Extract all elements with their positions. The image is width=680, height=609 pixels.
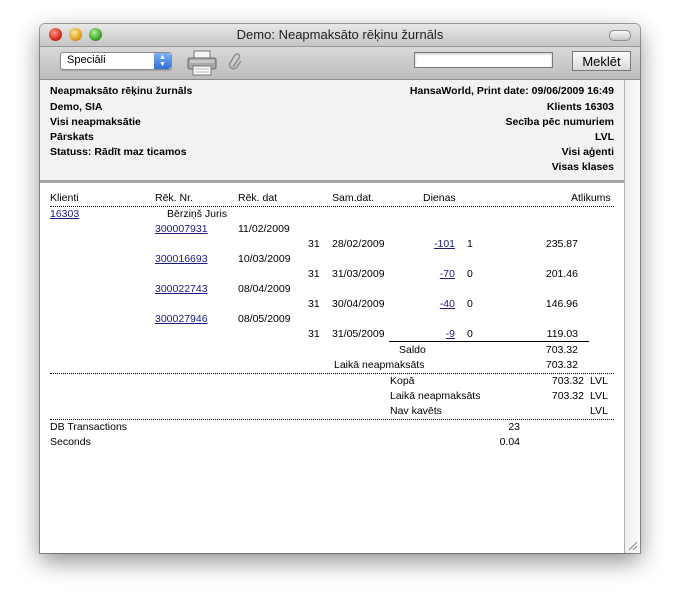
invoice-term: 31 — [308, 328, 320, 340]
special-select[interactable]: Speciāli ▲ ▼ — [60, 52, 172, 70]
report-title: Neapmaksāto rēķinu žurnāls — [50, 85, 193, 97]
agents-filter: Visi aģenti — [561, 146, 614, 158]
total-currency: LVL — [590, 375, 608, 387]
db-transactions-label: DB Transactions — [50, 421, 128, 433]
sort-order: Secība pēc numuriem — [505, 116, 614, 128]
invoice-amount: 146.96 — [545, 298, 578, 310]
col-atlikums: Atlikums — [571, 192, 611, 204]
company-name: Demo, SIA — [50, 101, 103, 113]
title-bar[interactable]: Demo: Neapmaksāto rēķinu žurnāls — [40, 24, 640, 47]
dotted-divider — [50, 206, 614, 207]
col-klients: Klienti — [50, 192, 79, 204]
late-label: Laikā neapmaksāts — [334, 359, 425, 371]
invoice-term: 31 — [308, 268, 320, 280]
invoice-term: 31 — [308, 238, 320, 250]
chevron-updown-icon: ▲ ▼ — [154, 53, 171, 69]
invoice-date: 08/05/2009 — [238, 313, 291, 325]
toolbar-toggle-button[interactable] — [609, 30, 631, 41]
invoice-days-link[interactable]: -70 — [416, 268, 455, 280]
customer-filter: Klients 16303 — [546, 101, 614, 113]
invoice-amount: 235.87 — [545, 238, 578, 250]
invoice-number-link[interactable]: 300022743 — [155, 283, 208, 295]
resize-grip-icon[interactable] — [627, 540, 638, 551]
invoice-count: 0 — [467, 268, 473, 280]
currency: LVL — [594, 131, 614, 143]
printer-icon[interactable] — [186, 50, 218, 76]
saldo-value: 703.32 — [545, 344, 578, 356]
seconds-label: Seconds — [50, 436, 91, 448]
not-overdue-label: Nav kavēts — [390, 405, 442, 417]
search-input[interactable] — [414, 52, 553, 68]
invoice-amount: 201.46 — [545, 268, 578, 280]
report-header: Neapmaksāto rēķinu žurnāls Demo, SIA Vis… — [40, 80, 640, 181]
classes-filter: Visas klases — [551, 161, 614, 173]
status-filter: Statuss: Rādīt maz ticamos — [50, 146, 187, 158]
invoice-term: 31 — [308, 298, 320, 310]
total-late-value: 703.32 — [551, 390, 584, 402]
db-transactions-value: 23 — [508, 421, 520, 433]
col-sam-dat: Sam.dat. — [332, 192, 375, 204]
invoice-count: 0 — [467, 298, 473, 310]
not-overdue-currency: LVL — [590, 405, 608, 417]
paperclip-icon[interactable] — [228, 53, 244, 73]
invoice-due-date: 28/02/2009 — [332, 238, 385, 250]
customer-code-link[interactable]: 16303 — [50, 208, 79, 220]
report-type: Pārskats — [50, 131, 94, 143]
invoice-count: 0 — [467, 328, 473, 340]
total-late-currency: LVL — [590, 390, 608, 402]
subtotal-rule — [389, 341, 589, 342]
seconds-value: 0.04 — [499, 436, 520, 448]
invoice-count: 1 — [467, 238, 473, 250]
dotted-divider — [50, 419, 614, 420]
late-value: 703.32 — [545, 359, 578, 371]
search-button[interactable]: Meklēt — [572, 51, 631, 71]
toolbar: Speciāli ▲ ▼ Meklēt — [40, 47, 640, 80]
dotted-divider — [50, 373, 614, 374]
saldo-label: Saldo — [399, 344, 426, 356]
col-rek-nr: Rēk. Nr. — [155, 192, 193, 204]
header-divider — [40, 181, 640, 183]
invoice-due-date: 31/03/2009 — [332, 268, 385, 280]
total-label: Kopā — [390, 375, 415, 387]
invoice-number-link[interactable]: 300027946 — [155, 313, 208, 325]
invoice-date: 11/02/2009 — [238, 223, 290, 235]
col-dienas: Dienas — [423, 192, 456, 204]
vertical-scrollbar[interactable] — [624, 80, 640, 553]
report-window: Demo: Neapmaksāto rēķinu žurnāls Speciāl… — [40, 24, 640, 553]
customer-name: Bērziņš Juris — [167, 208, 228, 220]
invoice-amount: 119.03 — [546, 328, 578, 340]
total-value: 703.32 — [551, 375, 584, 387]
filter-unpaid: Visi neapmaksātie — [50, 116, 141, 128]
invoice-days-link[interactable]: -40 — [416, 298, 455, 310]
invoice-number-link[interactable]: 300007931 — [155, 223, 208, 235]
invoice-days-link[interactable]: -9 — [416, 328, 455, 340]
invoice-due-date: 31/05/2009 — [332, 328, 385, 340]
special-select-value: Speciāli — [67, 54, 106, 66]
invoice-date: 10/03/2009 — [238, 253, 291, 265]
invoice-date: 08/04/2009 — [238, 283, 291, 295]
invoice-due-date: 30/04/2009 — [332, 298, 385, 310]
invoice-days-link[interactable]: -101 — [416, 238, 455, 250]
report-body: Klienti Rēk. Nr. Rēk. dat Sam.dat. Diena… — [40, 184, 625, 553]
window-title: Demo: Neapmaksāto rēķinu žurnāls — [236, 27, 444, 42]
total-late-label: Laikā neapmaksāts — [390, 390, 481, 402]
invoice-number-link[interactable]: 300016693 — [155, 253, 208, 265]
col-rek-dat: Rēk. dat — [238, 192, 278, 204]
print-date: HansaWorld, Print date: 09/06/2009 16:49 — [409, 85, 614, 97]
